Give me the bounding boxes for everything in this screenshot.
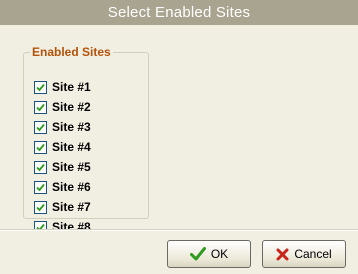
site-label: Site #1 (52, 80, 91, 94)
site-checkbox-1[interactable]: Site #1 (34, 77, 91, 97)
checkmark-icon (36, 183, 45, 191)
site-checkbox-7[interactable]: Site #7 (34, 197, 91, 217)
checkbox-box[interactable] (34, 140, 47, 154)
x-icon (276, 248, 289, 261)
checkmark-icon (36, 203, 45, 211)
checkbox-box[interactable] (34, 160, 47, 174)
cancel-label: Cancel (294, 247, 332, 261)
checkmark-icon (36, 143, 45, 151)
site-checkbox-5[interactable]: Site #5 (34, 157, 91, 177)
cancel-button[interactable]: Cancel (262, 240, 346, 268)
ok-label: OK (210, 247, 229, 261)
site-checkbox-4[interactable]: Site #4 (34, 137, 91, 157)
site-label: Site #3 (52, 120, 91, 134)
checkmark-icon (36, 103, 45, 111)
site-label: Site #7 (52, 200, 91, 214)
window-title: Select Enabled Sites (107, 4, 251, 21)
dialog-content: Enabled Sites Site #1 Site #2 Site #3 Si… (0, 25, 358, 234)
checkbox-box[interactable] (34, 100, 47, 114)
enabled-sites-group: Enabled Sites Site #1 Site #2 Site #3 Si… (23, 45, 149, 234)
checkbox-box[interactable] (34, 180, 47, 194)
checkbox-box[interactable] (34, 200, 47, 214)
checkmark-icon (36, 83, 45, 91)
button-bar: OK Cancel (0, 231, 358, 274)
checkmark-icon (36, 163, 45, 171)
checkbox-box[interactable] (34, 80, 47, 94)
site-label: Site #4 (52, 140, 91, 154)
title-bar: Select Enabled Sites (0, 0, 358, 25)
checkmark-icon (36, 123, 45, 131)
site-list: Site #1 Site #2 Site #3 Site #4 Site #5 … (34, 77, 91, 237)
site-label: Site #5 (52, 160, 91, 174)
site-checkbox-3[interactable]: Site #3 (34, 117, 91, 137)
site-checkbox-6[interactable]: Site #6 (34, 177, 91, 197)
ok-button[interactable]: OK (167, 240, 251, 268)
site-checkbox-2[interactable]: Site #2 (34, 97, 91, 117)
checkbox-box[interactable] (34, 120, 47, 134)
site-label: Site #6 (52, 180, 91, 194)
checkmark-icon (189, 247, 206, 261)
site-label: Site #2 (52, 100, 91, 114)
group-legend: Enabled Sites (32, 45, 111, 59)
